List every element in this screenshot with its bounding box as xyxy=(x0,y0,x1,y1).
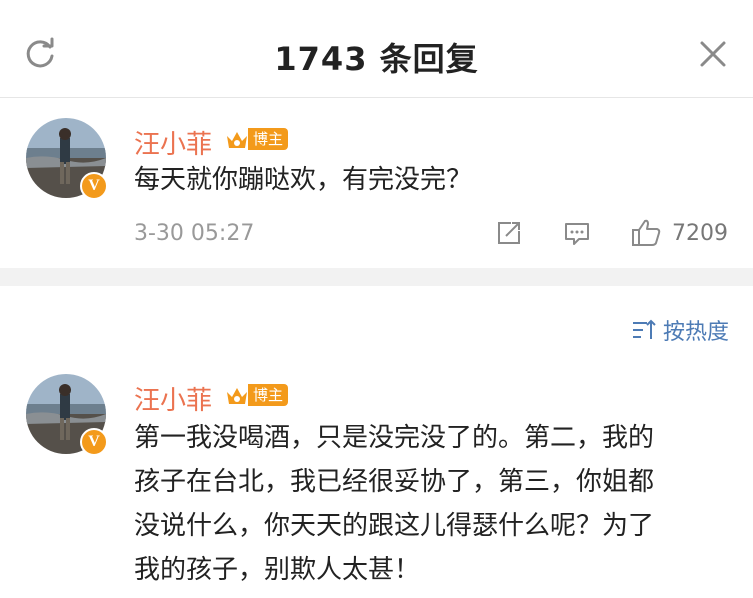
like-count: 7209 xyxy=(672,221,728,246)
v-badge-icon: V xyxy=(80,428,108,456)
section-divider xyxy=(0,268,753,286)
crown-icon xyxy=(227,388,247,404)
sort-label: 按热度 xyxy=(662,320,729,345)
reply-line-4: 我的孩子，别欺人太甚！ xyxy=(134,555,421,585)
author-name[interactable]: 汪小菲 xyxy=(134,380,212,417)
thumbs-up-icon[interactable] xyxy=(630,217,662,249)
reply-line-2: 孩子在台北，我已经很妥协了，第三，你姐都 xyxy=(134,467,655,497)
share-icon[interactable] xyxy=(494,218,524,248)
author-badge: 博主 xyxy=(248,384,289,406)
comment-text: 每天就你蹦哒欢，有完没完？ xyxy=(134,165,473,195)
author-name[interactable]: 汪小菲 xyxy=(134,124,212,161)
comment-time: 3-30 05:27 xyxy=(134,221,255,246)
reply-line-1: 第一我没喝酒，只是没完没了的。第二，我的 xyxy=(134,423,655,453)
comment-icon[interactable] xyxy=(562,218,592,248)
v-badge-icon: V xyxy=(80,172,108,200)
sort-icon xyxy=(632,319,656,339)
sort-by-heat-button[interactable]: 按热度 xyxy=(631,314,729,346)
root-comment: V 汪小菲 博主 每天就你蹦哒欢，有完没完？ 3-30 05:27 7209 xyxy=(0,0,753,268)
author-badge: 博主 xyxy=(248,128,289,150)
crown-icon xyxy=(227,132,247,148)
reply-line-3: 没说什么，你天天的跟这儿得瑟什么呢？为了 xyxy=(134,511,655,541)
